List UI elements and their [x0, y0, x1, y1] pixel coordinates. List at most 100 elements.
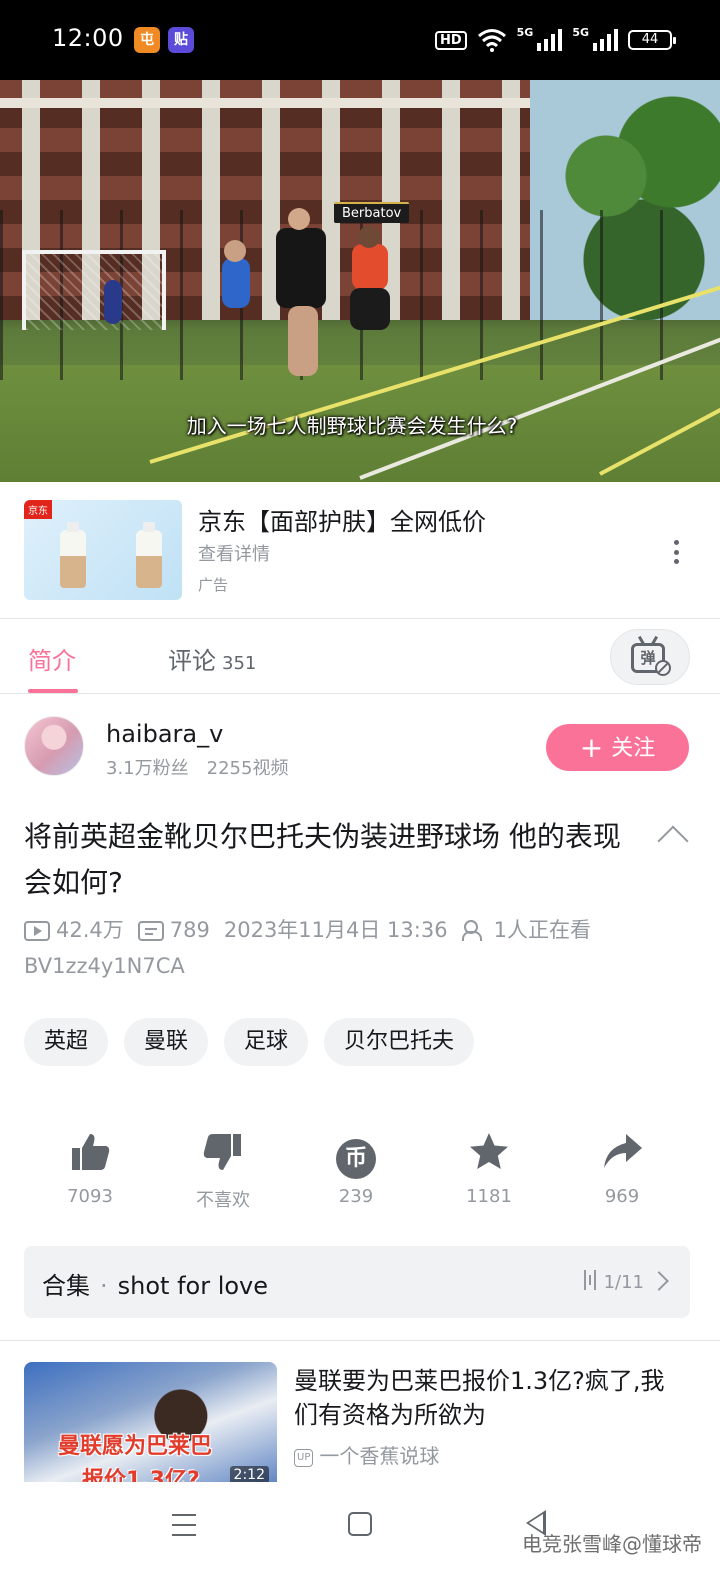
dislike-label: 不喜欢	[196, 1190, 250, 1211]
product-bottle	[136, 522, 162, 588]
more-options-icon[interactable]	[674, 540, 680, 564]
action-bar: 7093 不喜欢 币 239 1181 969	[24, 1130, 688, 1212]
collection-progress: 1/11	[583, 1270, 644, 1293]
uploader-stats: 3.1万粉丝 2255视频	[106, 754, 288, 780]
tab-bar: 简介 评论 351 弹	[0, 618, 720, 694]
ad-banner[interactable]: 京东 京东【面部护肤】全网低价 查看详情 广告	[0, 482, 720, 618]
chevron-right-icon	[649, 1271, 669, 1291]
share-icon	[556, 1130, 688, 1174]
player-figure	[350, 288, 390, 330]
tab-active-indicator	[28, 689, 78, 693]
follow-label: 关注	[611, 736, 656, 761]
player-figure	[352, 244, 388, 290]
viewers-icon	[461, 919, 488, 941]
video-subtitle: 加入一场七人制野球比赛会发生什么?	[186, 414, 518, 438]
ad-details-link[interactable]: 查看详情	[198, 540, 270, 566]
player-head	[224, 240, 246, 262]
related-video-title[interactable]: 曼联要为巴莱巴报价1.3亿?疯了,我们有资格为所欲为	[294, 1364, 684, 1432]
dislike-button[interactable]: 不喜欢	[157, 1130, 289, 1212]
player-head	[358, 226, 380, 248]
video-scene-goal	[22, 250, 166, 330]
coin-icon: 币	[290, 1130, 422, 1179]
app-notification-icon: 贴	[168, 27, 194, 53]
hd-voice-icon: HD	[434, 30, 467, 50]
thumbs-up-icon	[24, 1130, 156, 1174]
tag-chip[interactable]: 足球	[224, 1018, 309, 1066]
network-type-label: 5G	[572, 26, 589, 39]
tag-list: 英超 曼联 足球 贝尔巴托夫	[24, 1018, 475, 1066]
status-indicators: HD 5G 5G 44	[434, 26, 676, 54]
collection-label: 合集	[42, 1272, 90, 1300]
view-count: 42.4万	[24, 918, 124, 942]
menu-icon[interactable]	[172, 1514, 196, 1536]
ad-title[interactable]: 京东【面部护肤】全网低价	[198, 502, 486, 537]
share-button[interactable]: 969	[556, 1130, 688, 1212]
collection-card[interactable]: 合集 · shot for love 1/11	[24, 1246, 690, 1318]
player-figure	[104, 280, 122, 324]
app-notification-icon: 屯	[134, 27, 160, 53]
separator-dot: ·	[100, 1272, 108, 1300]
signal-icon	[593, 29, 618, 51]
player-figure	[288, 306, 318, 376]
coin-button[interactable]: 币 239	[290, 1130, 422, 1212]
player-name-tag: Berbatov	[334, 202, 410, 223]
uploader-name[interactable]: haibara_v	[106, 720, 223, 748]
danmaku-count-value: 789	[169, 918, 210, 942]
collection-title: 合集 · shot for love	[42, 1266, 268, 1301]
star-icon	[423, 1130, 555, 1174]
tag-chip[interactable]: 曼联	[124, 1018, 209, 1066]
product-bottle	[60, 522, 86, 588]
comments-count: 351	[222, 653, 257, 674]
thumbs-down-icon	[157, 1130, 289, 1174]
follow-button[interactable]: + 关注	[546, 724, 689, 771]
related-video-uploader[interactable]: UP 一个香蕉说球	[294, 1440, 439, 1469]
tab-comments-label: 评论	[168, 647, 216, 675]
signal-icon	[537, 29, 563, 51]
plus-icon: +	[579, 731, 604, 764]
player-figure	[222, 258, 250, 308]
video-meta: 42.4万 789 2023年11月4日 13:36 1人正在看 BV1zz4y1N7…	[24, 912, 704, 984]
home-icon[interactable]	[348, 1512, 372, 1536]
favorite-count: 1181	[466, 1186, 512, 1207]
tab-intro[interactable]: 简介	[28, 641, 76, 676]
tag-chip[interactable]: 贝尔巴托夫	[324, 1018, 475, 1066]
player-figure	[276, 228, 326, 308]
play-count-icon	[24, 921, 50, 941]
danmaku-toggle-button[interactable]: 弹	[610, 629, 690, 685]
player-head	[288, 208, 310, 230]
danmaku-count-icon	[137, 921, 164, 941]
publish-date: 2023年11月4日 13:36	[223, 918, 448, 942]
battery-icon: 44	[628, 30, 676, 50]
video-player[interactable]: Berbatov 加入一场七人制野球比赛会发生什么?	[0, 80, 720, 482]
chevron-up-icon[interactable]	[657, 825, 689, 857]
like-button[interactable]: 7093	[24, 1130, 156, 1212]
avatar[interactable]	[24, 716, 84, 776]
watching-now-value: 1人正在看	[493, 918, 591, 942]
danmaku-count: 789	[137, 918, 210, 942]
status-bar: 12:00 屯 贴 HD 5G 5G 44	[0, 0, 720, 80]
ad-brand-badge: 京东	[24, 500, 52, 519]
ad-label: 广告	[198, 576, 229, 594]
playlist-icon	[583, 1270, 596, 1290]
bvid[interactable]: BV1zz4y1N7CA	[24, 948, 704, 984]
thumbnail-caption: 曼联愿为巴莱巴	[58, 1434, 213, 1459]
favorite-button[interactable]: 1181	[423, 1130, 555, 1212]
collection-name: shot for love	[117, 1272, 269, 1300]
coin-count: 239	[338, 1186, 374, 1207]
uploader-video-count: 2255视频	[206, 758, 289, 779]
tab-comments[interactable]: 评论 351	[168, 641, 256, 676]
wifi-icon	[477, 29, 506, 52]
watching-now: 1人正在看	[461, 918, 591, 942]
ad-thumbnail[interactable]: 京东	[24, 500, 182, 600]
watermark: 电竞张雪峰@懂球帝	[522, 1532, 702, 1556]
danmaku-off-icon	[655, 660, 671, 676]
status-time: 12:00	[52, 24, 124, 52]
like-count: 7093	[67, 1186, 113, 1207]
network-type-label: 5G	[516, 26, 534, 39]
related-uploader-name: 一个香蕉说球	[319, 1444, 440, 1468]
collection-progress-value: 1/11	[603, 1272, 644, 1293]
share-count: 969	[604, 1186, 640, 1207]
tag-chip[interactable]: 英超	[24, 1018, 109, 1066]
video-title: 将前英超金靴贝尔巴托夫伪装进野球场 他的表现会如何?	[24, 820, 621, 899]
uploader-fans: 3.1万粉丝	[106, 758, 189, 779]
